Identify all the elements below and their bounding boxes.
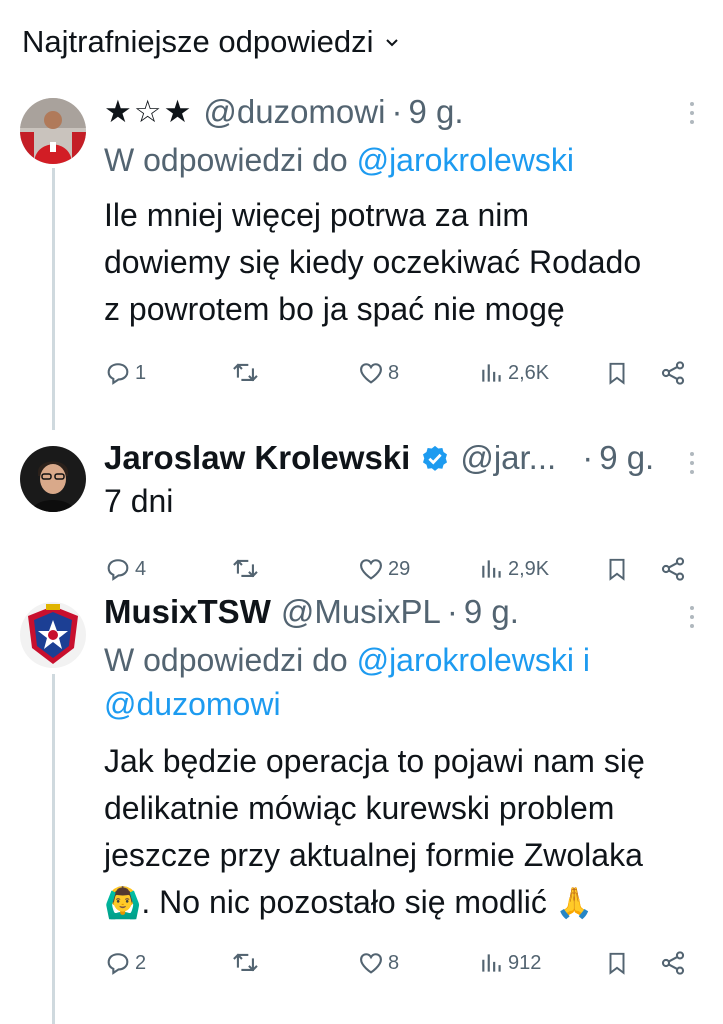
view-count: 912 xyxy=(508,951,542,974)
reply-icon xyxy=(104,949,132,977)
views-button[interactable]: 2,9K xyxy=(479,549,549,589)
avatar[interactable] xyxy=(20,446,86,512)
repost-button[interactable] xyxy=(231,943,261,983)
reply-count: 1 xyxy=(135,361,147,384)
reply-mention[interactable]: @jarokrolewski i xyxy=(357,642,590,678)
avatar[interactable] xyxy=(20,98,86,164)
repost-icon xyxy=(231,555,261,583)
tweet-text-part2: . No nic pozostało się modlić xyxy=(141,884,556,920)
reply-context: W odpowiedzi do @jarokrolewski i @duzomo… xyxy=(104,638,693,726)
share-icon xyxy=(659,949,687,977)
share-button[interactable] xyxy=(659,353,687,393)
tweet-text-part1: Jak będzie operacja to pojawi nam się de… xyxy=(104,743,645,873)
reply-tweet[interactable]: Jaroslaw Krolewski @jar... · 9 g. 7 dni … xyxy=(0,438,723,589)
chevron-down-icon xyxy=(384,34,400,50)
views-button[interactable]: 2,6K xyxy=(479,353,549,393)
reply-mention-2[interactable]: @duzomowi xyxy=(104,686,281,722)
tweet-header: MusixTSW @MusixPL · 9 g. xyxy=(104,592,693,632)
tweet-text: 7 dni xyxy=(104,483,174,519)
verified-badge-icon xyxy=(420,443,450,473)
heart-icon xyxy=(357,555,385,583)
reply-prefix: W odpowiedzi do xyxy=(104,642,357,678)
separator-dot: · xyxy=(582,439,594,476)
like-count: 8 xyxy=(388,951,400,974)
views-icon xyxy=(479,360,505,386)
action-bar: 1 8 2,6K xyxy=(104,353,693,393)
view-count: 2,6K xyxy=(508,361,550,384)
like-count: 29 xyxy=(388,557,411,580)
bookmark-icon xyxy=(604,555,630,583)
more-options-icon[interactable] xyxy=(689,102,695,124)
timestamp[interactable]: 9 g. xyxy=(408,92,463,132)
reply-button[interactable]: 2 xyxy=(104,943,146,983)
bookmark-icon xyxy=(604,359,630,387)
reply-button[interactable]: 4 xyxy=(104,549,146,589)
action-bar: 2 8 912 xyxy=(104,943,693,983)
share-icon xyxy=(659,359,687,387)
like-button[interactable]: 8 xyxy=(357,943,399,983)
share-button[interactable] xyxy=(659,549,687,589)
share-button[interactable] xyxy=(659,943,687,983)
views-icon xyxy=(479,556,505,582)
tweet-text: Jak będzie operacja to pojawi nam się de… xyxy=(104,738,684,927)
display-name[interactable]: ★☆★ xyxy=(104,92,193,132)
tweet-header: Jaroslaw Krolewski @jar... · 9 g. xyxy=(104,438,693,478)
bookmark-icon xyxy=(604,949,630,977)
reply-icon xyxy=(104,359,132,387)
display-name[interactable]: MusixTSW xyxy=(104,592,271,632)
heart-icon xyxy=(357,359,385,387)
timestamp[interactable]: 9 g. xyxy=(464,592,519,632)
bookmark-button[interactable] xyxy=(604,549,630,589)
repost-icon xyxy=(231,359,261,387)
reply-prefix: W odpowiedzi do xyxy=(104,142,357,178)
repost-button[interactable] xyxy=(231,353,261,393)
reply-count: 4 xyxy=(135,557,147,580)
reply-icon xyxy=(104,555,132,583)
like-count: 8 xyxy=(388,361,400,384)
handle[interactable]: @jar... xyxy=(460,438,556,478)
repost-icon xyxy=(231,949,261,977)
handle[interactable]: @duzomowi xyxy=(203,92,385,132)
tweet-text: Ile mniej więcej potrwa za nim dowiemy s… xyxy=(104,197,642,327)
folded-hands-emoji: 🙏 xyxy=(555,887,594,920)
more-options-icon[interactable] xyxy=(689,606,695,628)
separator-dot: · xyxy=(391,93,403,130)
reply-tweet[interactable]: ★☆★ @duzomowi · 9 g. W odpowiedzi do @ja… xyxy=(0,92,723,393)
heart-icon xyxy=(357,949,385,977)
reply-tweet[interactable]: MusixTSW @MusixPL · 9 g. W odpowiedzi do… xyxy=(0,592,723,983)
share-icon xyxy=(659,555,687,583)
reply-context: W odpowiedzi do @jarokrolewski xyxy=(104,138,693,182)
like-button[interactable]: 8 xyxy=(357,353,399,393)
repost-button[interactable] xyxy=(231,549,261,589)
sort-label: Najtrafniejsze odpowiedzi xyxy=(22,24,374,59)
bookmark-button[interactable] xyxy=(604,353,630,393)
reply-count: 2 xyxy=(135,951,147,974)
action-bar: 4 29 2,9K xyxy=(104,549,693,589)
bookmark-button[interactable] xyxy=(604,943,630,983)
person-gesturing-ok-emoji: 🙆‍♂️ xyxy=(104,887,142,920)
views-icon xyxy=(479,950,505,976)
avatar[interactable] xyxy=(20,602,86,668)
display-name[interactable]: Jaroslaw Krolewski xyxy=(104,438,410,478)
separator-dot: · xyxy=(446,593,458,630)
view-count: 2,9K xyxy=(508,557,550,580)
handle[interactable]: @MusixPL xyxy=(281,592,441,632)
reply-button[interactable]: 1 xyxy=(104,353,146,393)
timestamp[interactable]: 9 g. xyxy=(599,438,654,478)
more-options-icon[interactable] xyxy=(689,452,695,474)
replies-sort-dropdown[interactable]: Najtrafniejsze odpowiedzi xyxy=(0,0,723,84)
tweet-header: ★☆★ @duzomowi · 9 g. xyxy=(104,92,693,132)
like-button[interactable]: 29 xyxy=(357,549,410,589)
views-button[interactable]: 912 xyxy=(479,943,541,983)
reply-mention[interactable]: @jarokrolewski xyxy=(357,142,574,178)
